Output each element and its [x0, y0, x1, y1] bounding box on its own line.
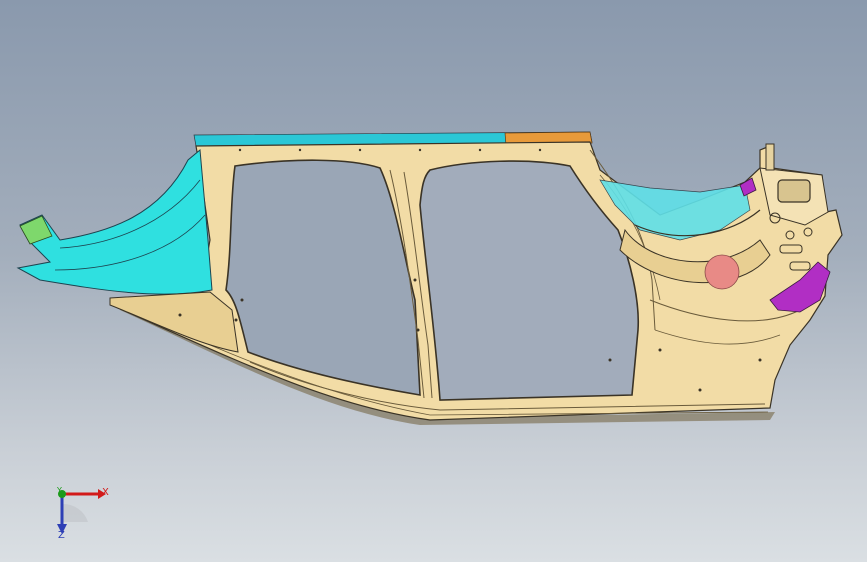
y-axis-label: Y: [57, 486, 62, 495]
front-rocker-extension: [109, 291, 239, 353]
pink-marker: [704, 254, 740, 290]
car-body-side-panel-model[interactable]: [0, 0, 867, 562]
graphics-viewport[interactable]: X Y Z: [0, 0, 867, 562]
z-axis-label: Z: [58, 530, 65, 541]
front-wheel-arch-panel: [16, 149, 213, 295]
x-axis-label: X: [102, 487, 109, 498]
